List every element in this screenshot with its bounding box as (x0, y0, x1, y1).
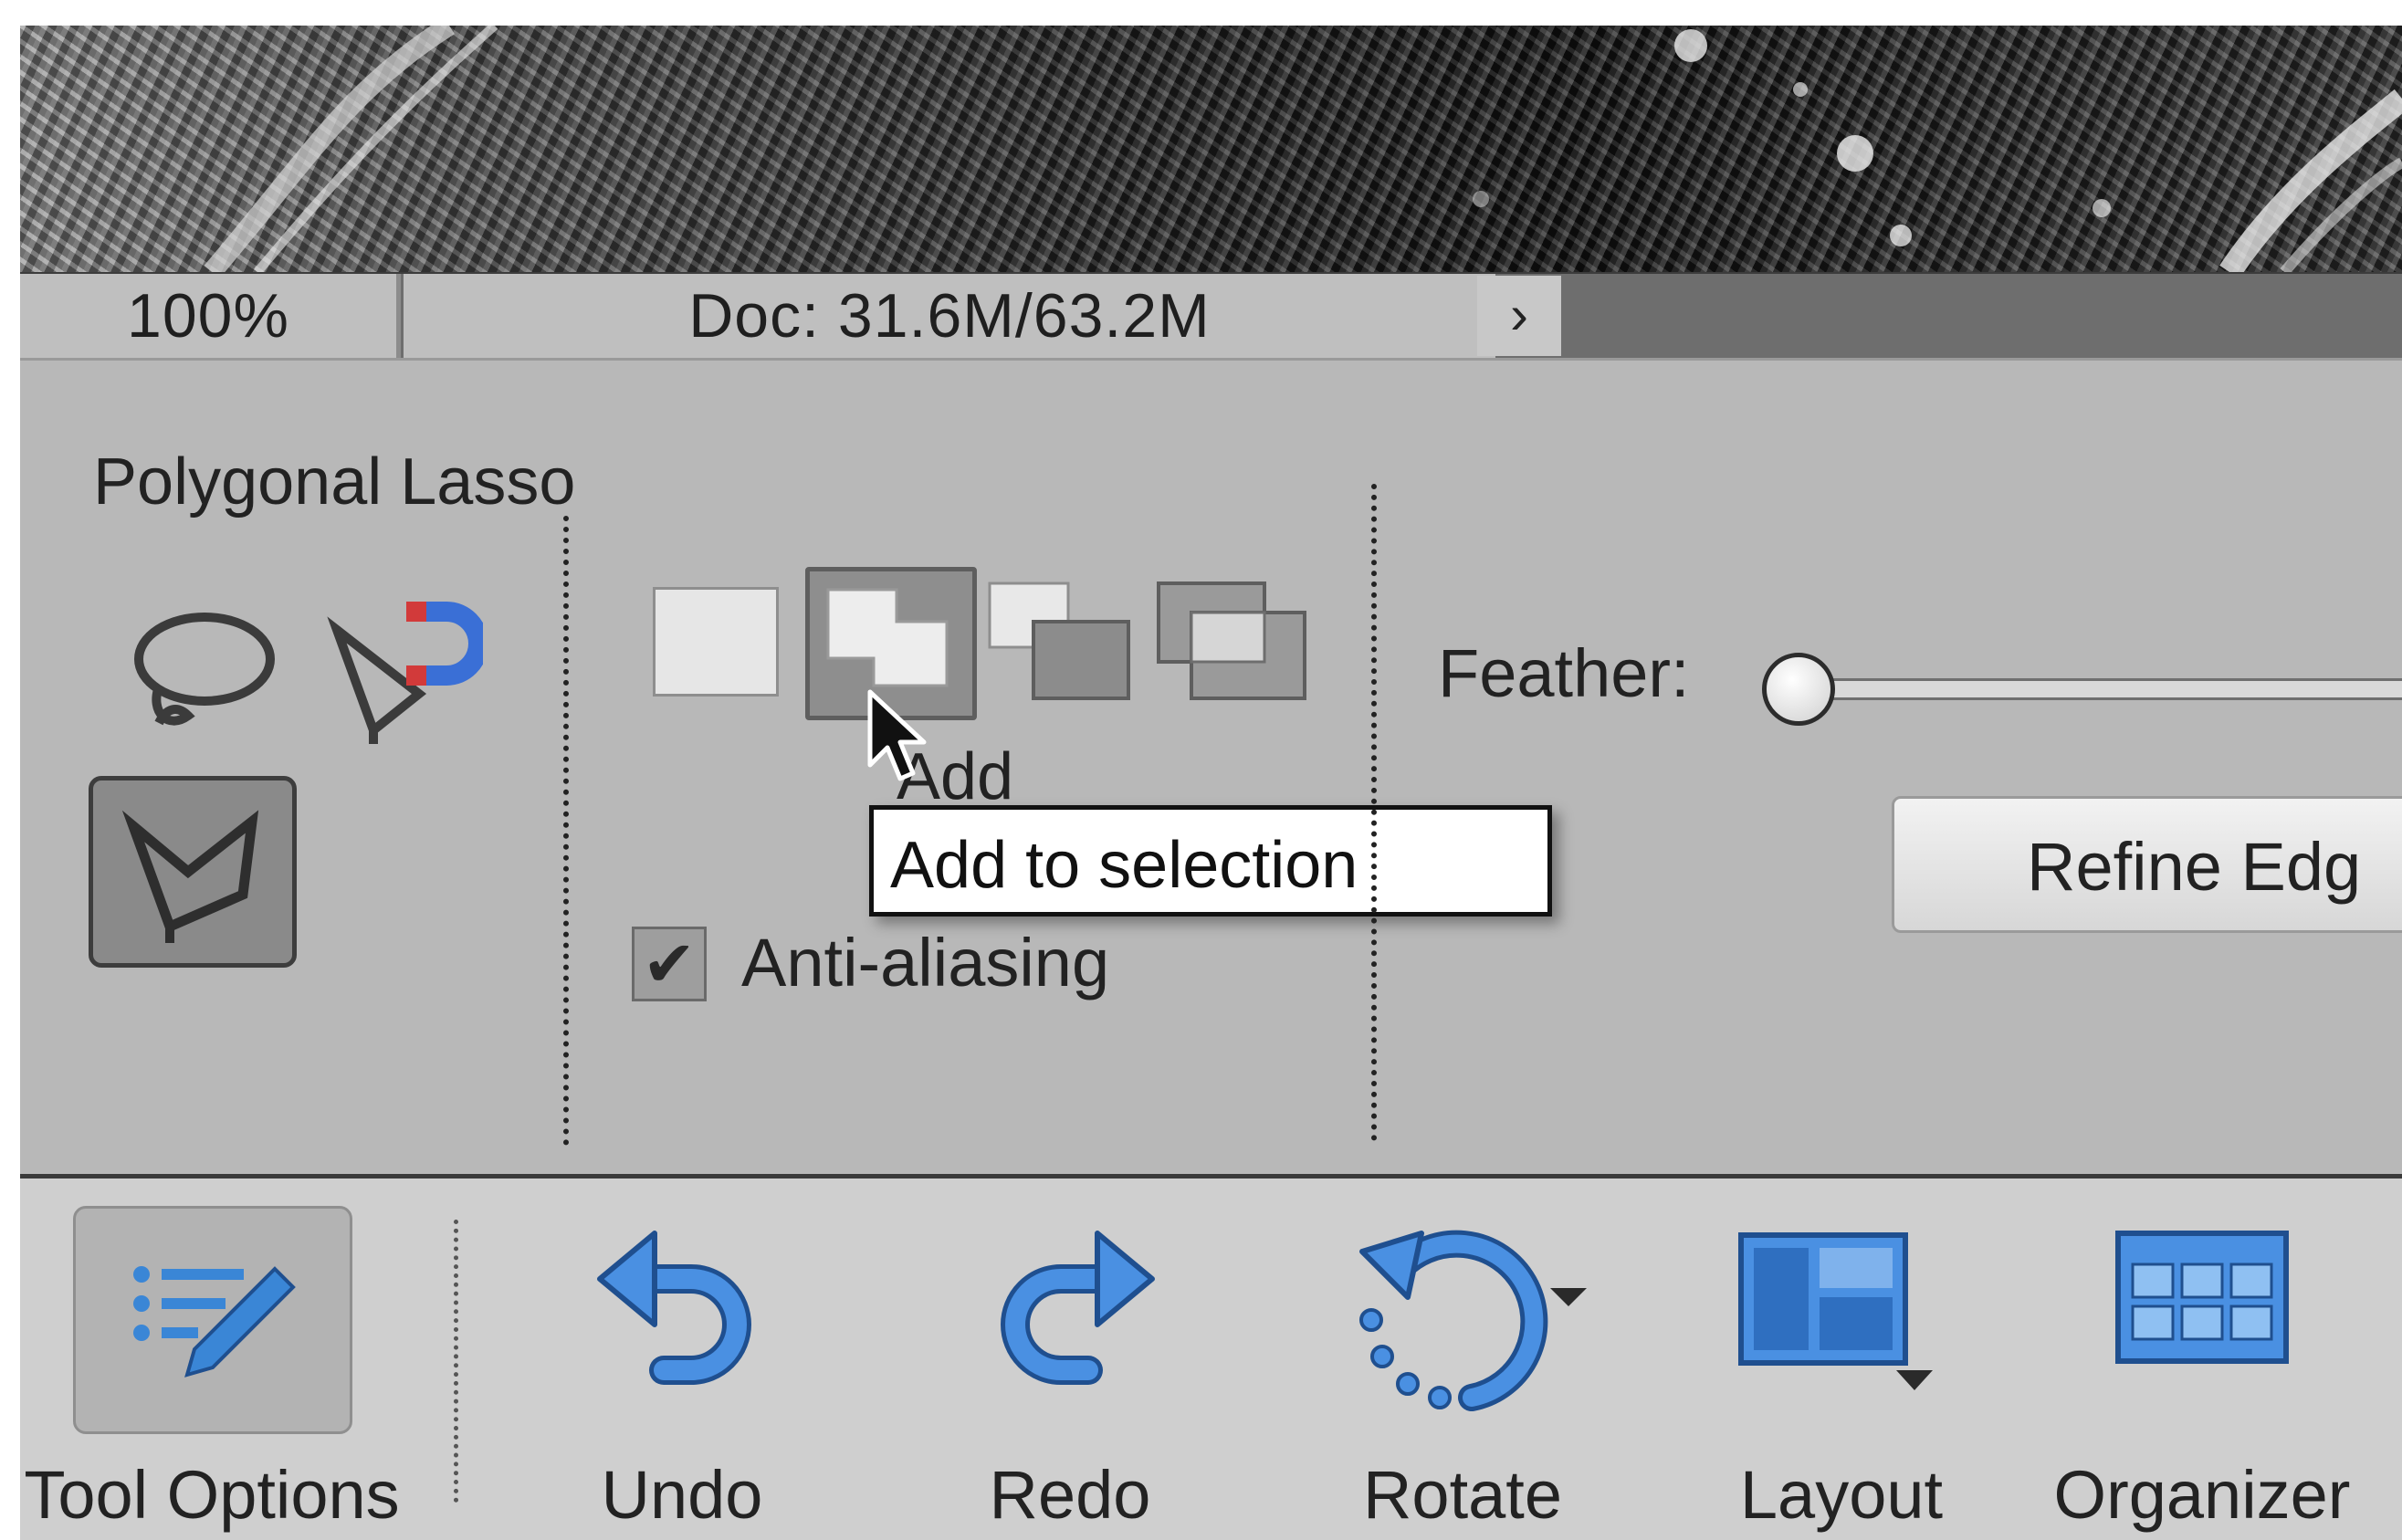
rotate-dropdown-icon (1550, 1288, 1587, 1306)
options-divider (563, 516, 569, 1146)
polygonal-lasso-tool-button[interactable] (89, 776, 297, 968)
taskbar-divider (454, 1220, 458, 1503)
layout-icon (1738, 1232, 1933, 1390)
polygonal-lasso-icon (121, 810, 259, 943)
tool-options-panel: Polygonal Lasso Add Add to selection ✔ A… (20, 358, 2402, 1177)
anti-aliasing-checkbox[interactable]: ✔ (632, 927, 707, 1001)
editor-window: 100% Doc: 31.6M/63.2M › Polygonal Lasso (20, 26, 2402, 1540)
refine-edge-button[interactable]: Refine Edg (1892, 796, 2402, 933)
tool-title: Polygonal Lasso (93, 445, 576, 519)
tool-options-icon (133, 1266, 296, 1378)
zoom-level[interactable]: 100% (20, 274, 401, 358)
intersect-selection-button[interactable] (1155, 580, 1308, 702)
chevron-right-icon[interactable]: › (1477, 276, 1561, 356)
organizer-label: Organizer (2053, 1457, 2351, 1533)
feather-slider-knob[interactable] (1762, 653, 1835, 726)
rotate-icon (1359, 1230, 1587, 1411)
feather-label: Feather: (1438, 635, 1690, 711)
image-canvas[interactable] (20, 26, 2402, 272)
undo-label: Undo (601, 1457, 763, 1533)
lasso-tool-button[interactable] (104, 580, 296, 762)
options-divider (1371, 484, 1377, 1141)
layout-label: Layout (1739, 1457, 1944, 1533)
subtract-selection-icon (988, 581, 1130, 700)
canvas-texture (204, 26, 2402, 272)
taskbar: Tool Options Undo Redo Rotate Layout Org… (20, 1174, 2402, 1540)
add-selection-icon (826, 588, 949, 687)
status-bar: 100% Doc: 31.6M/63.2M › (20, 272, 2402, 358)
document-size: Doc: 31.6M/63.2M (404, 274, 1495, 358)
tool-options-label: Tool Options (24, 1457, 400, 1533)
redo-button[interactable]: Redo (933, 1179, 1207, 1540)
redo-icon (1001, 1231, 1155, 1385)
new-selection-button[interactable] (653, 587, 779, 697)
layout-dropdown-icon (1896, 1370, 1933, 1390)
redo-label: Redo (989, 1457, 1151, 1533)
layout-button[interactable]: Layout (1691, 1179, 1992, 1540)
lasso-icon (134, 613, 275, 726)
mouse-cursor-icon (867, 689, 927, 781)
subtract-from-selection-button[interactable] (988, 581, 1132, 700)
rotate-button[interactable]: Rotate (1298, 1179, 1627, 1540)
magnetic-lasso-tool-button[interactable] (305, 580, 497, 762)
intersect-selection-icon (1157, 581, 1306, 700)
organizer-button[interactable]: Organizer (2019, 1179, 2385, 1540)
feather-slider[interactable] (1805, 678, 2402, 700)
anti-aliasing-label: Anti-aliasing (741, 925, 1110, 1000)
tool-options-button[interactable]: Tool Options (20, 1179, 449, 1540)
organizer-icon (2115, 1231, 2289, 1364)
rotate-label: Rotate (1362, 1457, 1563, 1533)
tool-options-tile (73, 1206, 352, 1434)
undo-icon (597, 1231, 751, 1385)
tooltip: Add to selection (869, 805, 1552, 917)
undo-button[interactable]: Undo (545, 1179, 819, 1540)
magnetic-lasso-icon (327, 602, 483, 744)
